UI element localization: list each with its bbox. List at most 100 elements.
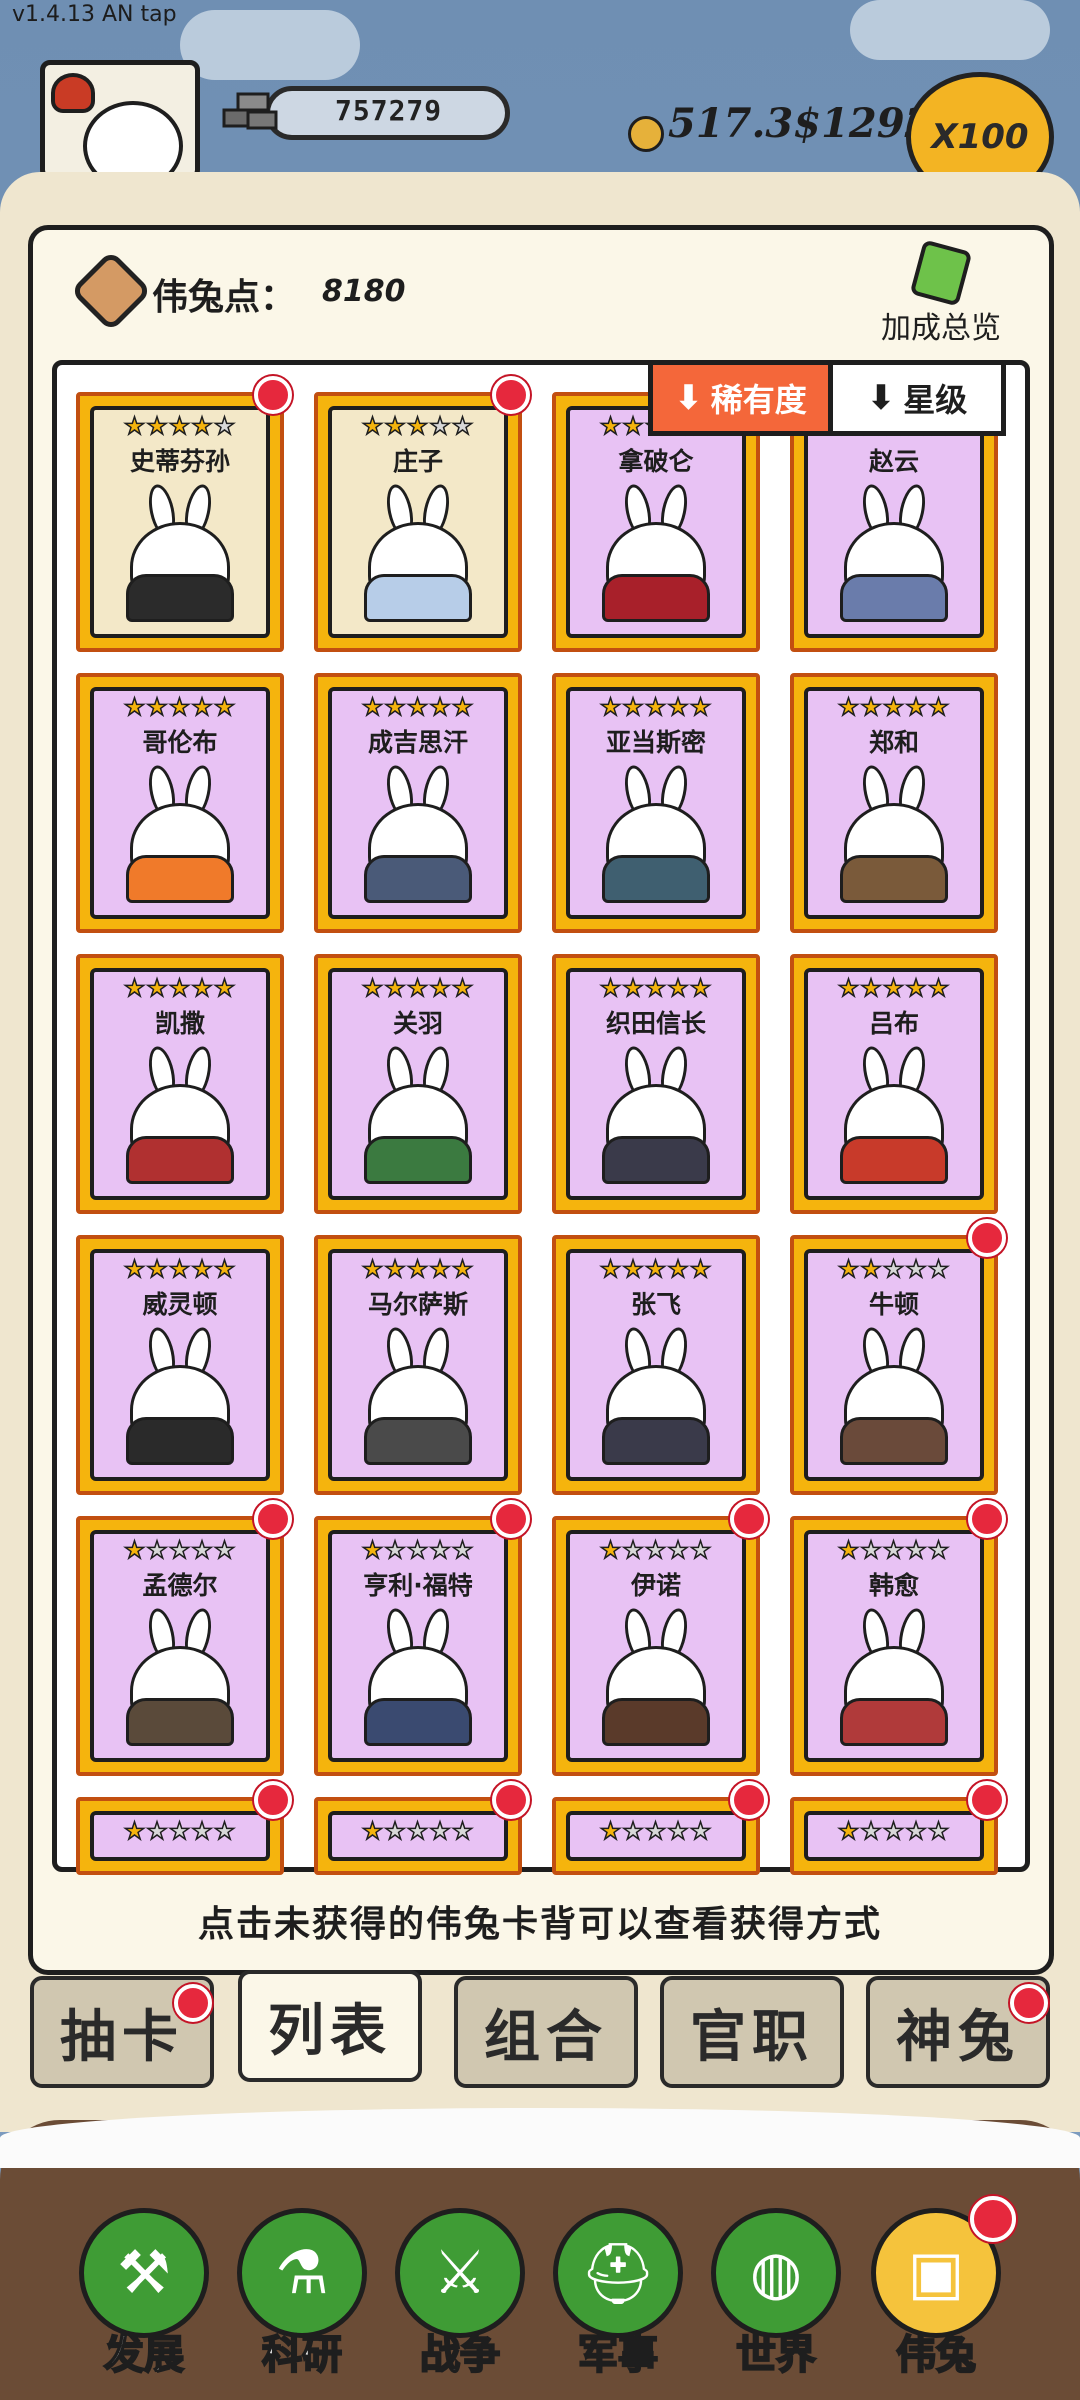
hero-name: 韩愈 [868, 1571, 919, 1600]
hero-name: 威灵顿 [142, 1290, 218, 1319]
star-icon: ★ [837, 693, 861, 721]
notification-dot [492, 1781, 530, 1819]
star-icon: ★ [191, 974, 214, 1002]
card-portrait: ★★★★★ 史蒂芬孙 [90, 406, 270, 638]
hero-name: 成吉思汗 [367, 728, 468, 757]
arrow-down-icon: ⬇ [674, 378, 703, 418]
tab-1[interactable]: 列表 [238, 1970, 422, 2082]
star-rating: ★★★★★ [332, 1817, 504, 1845]
star-rating: ★★★★★ [570, 1255, 742, 1283]
star-icon: ★ [905, 1536, 928, 1564]
star-icon: ★ [599, 1255, 623, 1283]
bonus-overview-label: 加成总览 [881, 311, 1001, 346]
hero-card[interactable]: ★★★★★ 史蒂芬孙 [76, 392, 284, 652]
hero-card[interactable]: ★★★★★ 张飞 [552, 1235, 760, 1495]
hero-card[interactable]: ★★★★★ 伊诺 [552, 1516, 760, 1776]
star-icon: ★ [191, 1255, 214, 1283]
star-icon: ★ [837, 974, 861, 1002]
hero-card[interactable]: ★★★★★ [552, 1797, 760, 1875]
hero-name: 关羽 [392, 1009, 443, 1038]
star-icon: ★ [599, 693, 623, 721]
star-icon: ★ [429, 1817, 452, 1845]
hero-card[interactable]: ★★★★★ 成吉思汗 [314, 673, 522, 933]
nav-item-3[interactable]: ⛑ 军事 [548, 2208, 688, 2398]
star-rating: ★★★★★ [570, 974, 742, 1002]
hero-card[interactable]: ★★★★★ [314, 1797, 522, 1875]
hero-card[interactable]: ★★★★★ [76, 1797, 284, 1875]
hero-card[interactable]: ★★★★★ 亨利·福特 [314, 1516, 522, 1776]
bunny-hero-icon [120, 1606, 240, 1748]
card-portrait: ★★★★★ 吕布 [804, 968, 984, 1200]
star-icon: ★ [927, 693, 951, 721]
hero-card[interactable]: ★★★★★ 关羽 [314, 954, 522, 1214]
hero-card[interactable]: ★★★★★ [790, 1797, 998, 1875]
hero-card[interactable]: ★★★★★ 哥伦布 [76, 673, 284, 933]
hero-card[interactable]: ★★★★★ 亚当斯密 [552, 673, 760, 933]
star-icon: ★ [123, 693, 147, 721]
star-rating: ★★★★★ [94, 1255, 266, 1283]
bunny-hero-icon [596, 1606, 716, 1748]
star-rating: ★★★★★ [808, 693, 980, 721]
tab-3[interactable]: 官职 [660, 1976, 844, 2088]
hero-card[interactable]: ★★★★★ 牛顿 [790, 1235, 998, 1495]
hero-card[interactable]: ★★★★★ 吕布 [790, 954, 998, 1214]
star-rating: ★★★★★ [94, 693, 266, 721]
hero-card[interactable]: ★★★★★ 韩愈 [790, 1516, 998, 1776]
card-portrait: ★★★★★ [566, 1811, 746, 1861]
nav-item-4[interactable]: ◍ 世界 [706, 2208, 846, 2398]
nav-label: 伟兔 [895, 2331, 977, 2379]
star-icon: ★ [689, 1817, 713, 1845]
star-icon: ★ [882, 1536, 906, 1564]
notification-dot [968, 1781, 1006, 1819]
star-icon: ★ [406, 693, 430, 721]
hero-card[interactable]: ★★★★★ 织田信长 [552, 954, 760, 1214]
star-rating: ★★★★★ [332, 413, 504, 439]
nav-item-1[interactable]: ⚗ 科研 [232, 2208, 372, 2398]
star-icon: ★ [644, 1255, 668, 1283]
hero-card[interactable]: ★★★★★ 郑和 [790, 673, 998, 933]
star-icon: ★ [451, 1255, 475, 1283]
star-rating: ★★★★★ [94, 1817, 266, 1845]
globe-icon: ◍ [711, 2208, 841, 2338]
bunny-hero-icon [358, 1606, 478, 1748]
sort-stars-button[interactable]: ⬇ 星级 [833, 365, 1001, 431]
nav-item-0[interactable]: ⚒ 发展 [74, 2208, 214, 2398]
bunny-hero-icon [120, 482, 240, 624]
hero-card[interactable]: ★★★★★ 孟德尔 [76, 1516, 284, 1776]
version-label: v1.4.13 AN tap [12, 2, 177, 27]
star-icon: ★ [213, 1817, 237, 1845]
hero-name: 亚当斯密 [605, 728, 706, 757]
star-icon: ★ [451, 1817, 475, 1845]
star-icon: ★ [168, 974, 192, 1002]
bonus-overview-button[interactable]: 加成总览 [866, 239, 1016, 346]
hero-card[interactable]: ★★★★★ 马尔萨斯 [314, 1235, 522, 1495]
tab-2[interactable]: 组合 [454, 1976, 638, 2088]
star-icon: ★ [927, 1817, 951, 1845]
star-icon: ★ [191, 693, 214, 721]
star-icon: ★ [689, 974, 713, 1002]
star-rating: ★★★★★ [808, 1536, 980, 1564]
star-icon: ★ [644, 693, 668, 721]
hero-card[interactable]: ★★★★★ 凯撒 [76, 954, 284, 1214]
star-icon: ★ [361, 1817, 385, 1845]
hero-card[interactable]: ★★★★★ 威灵顿 [76, 1235, 284, 1495]
player-avatar[interactable] [40, 60, 200, 180]
nav-item-2[interactable]: ⚔ 战争 [390, 2208, 530, 2398]
star-icon: ★ [882, 693, 906, 721]
bunny-hero-icon [596, 1044, 716, 1186]
card-portrait: ★★★★★ [804, 1811, 984, 1861]
hero-card[interactable]: ★★★★★ 庄子 [314, 392, 522, 652]
star-icon: ★ [213, 412, 237, 440]
sort-rarity-button[interactable]: ⬇ 稀有度 [653, 365, 833, 431]
points-label: 伟兔点： [152, 277, 297, 318]
star-icon: ★ [882, 1255, 906, 1283]
nav-label: 世界 [735, 2331, 817, 2379]
star-icon: ★ [451, 974, 475, 1002]
card-portrait: ★★★★★ [328, 1811, 508, 1861]
star-rating: ★★★★★ [570, 1817, 742, 1845]
bunny-hero-icon [120, 1325, 240, 1467]
star-icon: ★ [383, 693, 407, 721]
star-icon: ★ [689, 1255, 713, 1283]
tab-label: 神兔 [896, 2004, 1020, 2070]
star-icon: ★ [667, 1255, 690, 1283]
